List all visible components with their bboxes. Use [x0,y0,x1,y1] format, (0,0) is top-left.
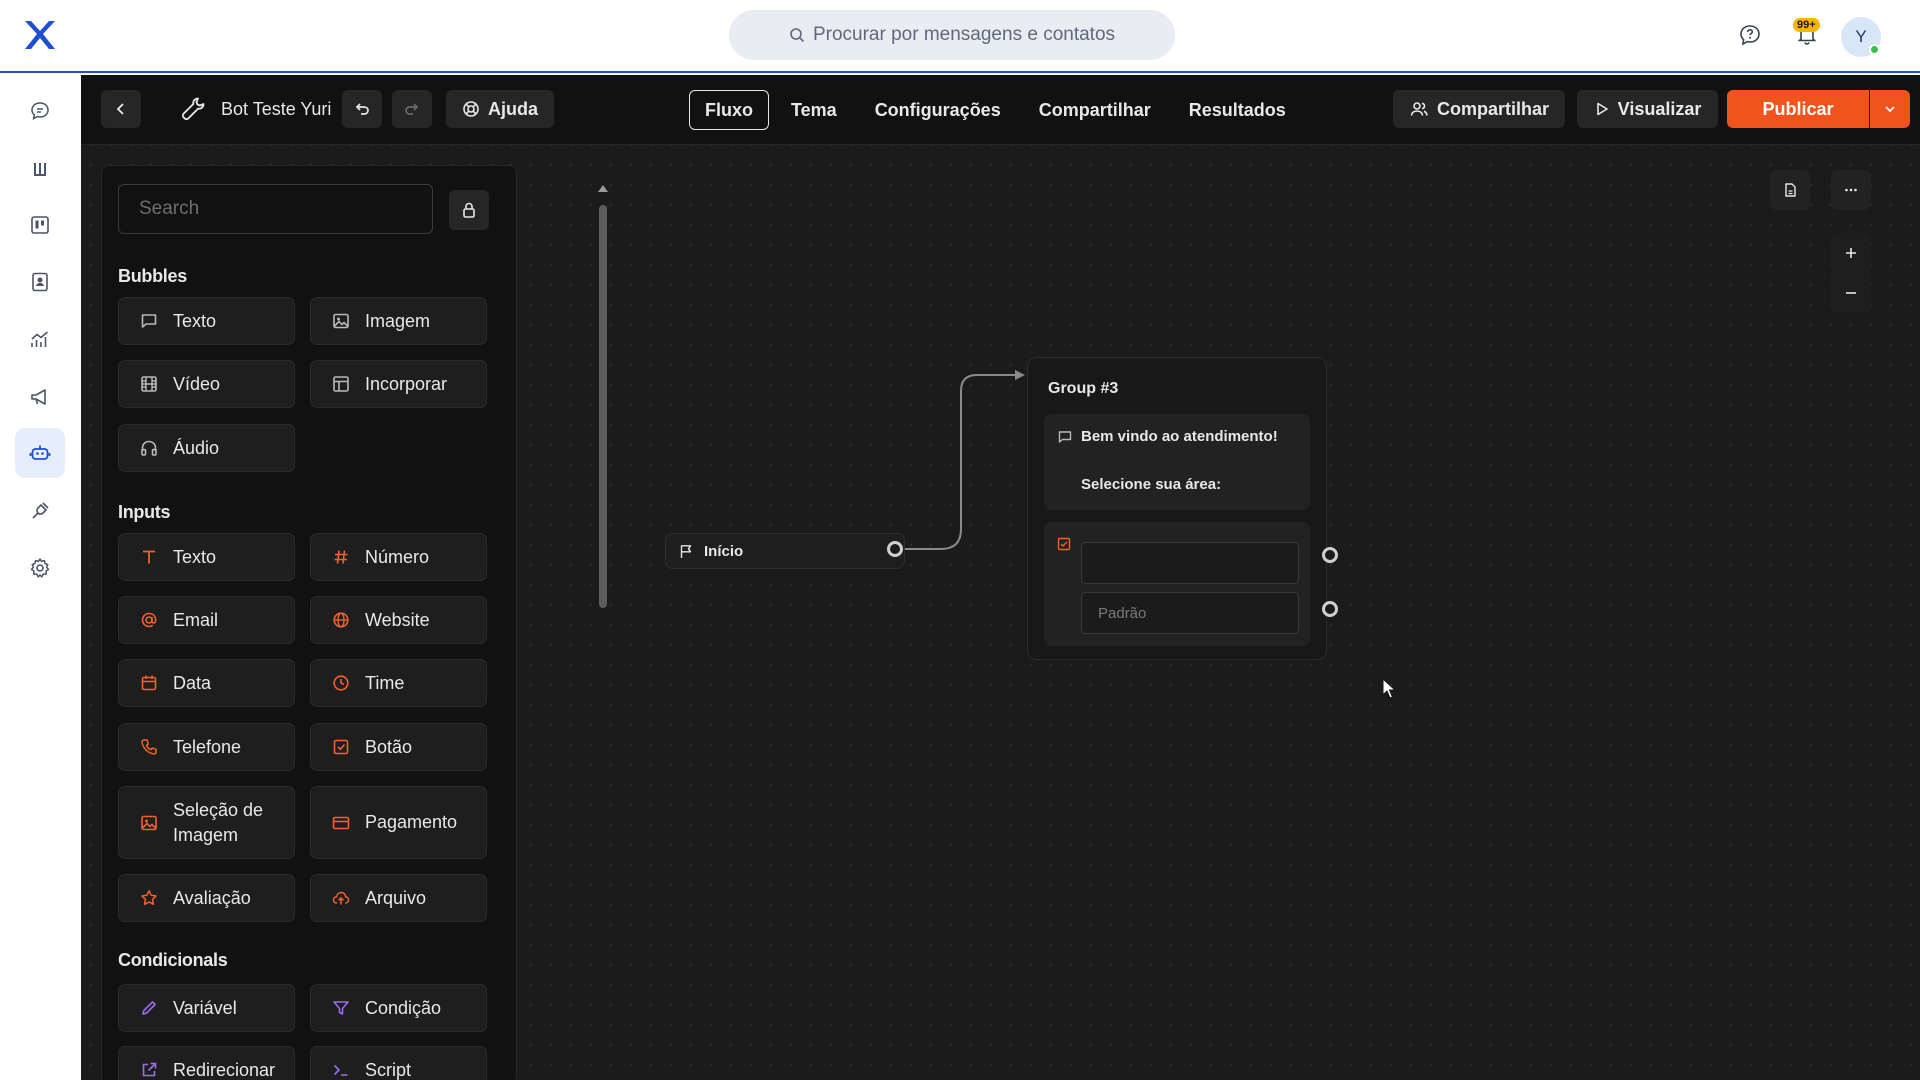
left-nav-rail [0,75,81,1080]
default-item-output-port[interactable] [1322,601,1338,617]
global-search[interactable]: Procurar por mensagens e contatos [729,10,1175,60]
bubble-text-line-1: Bem vindo ao atendimento! [1081,428,1278,445]
chat-bubble-icon [31,102,49,121]
avatar-initial: Y [1855,27,1867,46]
contact-book-icon [32,272,48,292]
search-icon [790,28,805,43]
nav-kanban[interactable] [15,200,65,250]
notification-badge: 99+ [1793,18,1820,32]
nav-campaigns[interactable] [15,372,65,422]
mouse-cursor-icon [1382,678,1397,699]
bars-icon [34,163,46,176]
nav-dashboard[interactable] [15,145,65,195]
button-item-field[interactable] [1081,542,1299,584]
chart-trend-icon [31,331,49,347]
online-status-dot [1869,44,1880,55]
kanban-board-icon [31,216,49,234]
nav-bots[interactable] [15,428,65,478]
nav-reports[interactable] [15,315,65,365]
group-title[interactable]: Group #3 [1048,380,1118,398]
flow-editor: Bot Teste Yuri Ajuda Fluxo Tema Configur… [81,75,1920,1080]
default-item-field[interactable]: Padrão [1081,592,1299,634]
group-buttons-input-block[interactable]: Padrão [1044,522,1310,646]
gear-icon [30,558,50,578]
start-node-label: Início [704,542,744,560]
nav-contacts[interactable] [15,257,65,307]
global-search-placeholder: Procurar por mensagens e contatos [812,24,1116,45]
app-logo-icon[interactable] [22,18,58,52]
megaphone-icon [31,389,46,405]
top-bar: Procurar por mensagens e contatos 99+ Y [0,0,1920,73]
help-icon[interactable] [1735,20,1765,50]
flow-edge [895,370,1025,550]
start-node-output-port[interactable] [887,541,903,557]
message-square-icon [1058,431,1072,443]
start-node[interactable]: Início [665,533,905,569]
nav-settings[interactable] [15,543,65,593]
group-text-bubble-block[interactable]: Bem vindo ao atendimento! Selecione sua … [1044,414,1310,510]
plug-icon [32,502,49,519]
nav-conversations[interactable] [15,86,65,136]
checkbox-icon [1057,537,1071,551]
nav-integrations[interactable] [15,486,65,536]
group-node[interactable]: Group #3 Bem vindo ao atendimento! Selec… [1027,357,1327,660]
robot-icon [29,445,51,460]
flag-icon [680,545,692,558]
bubble-text-line-2: Selecione sua área: [1081,476,1222,493]
button-item-output-port[interactable] [1322,547,1338,563]
